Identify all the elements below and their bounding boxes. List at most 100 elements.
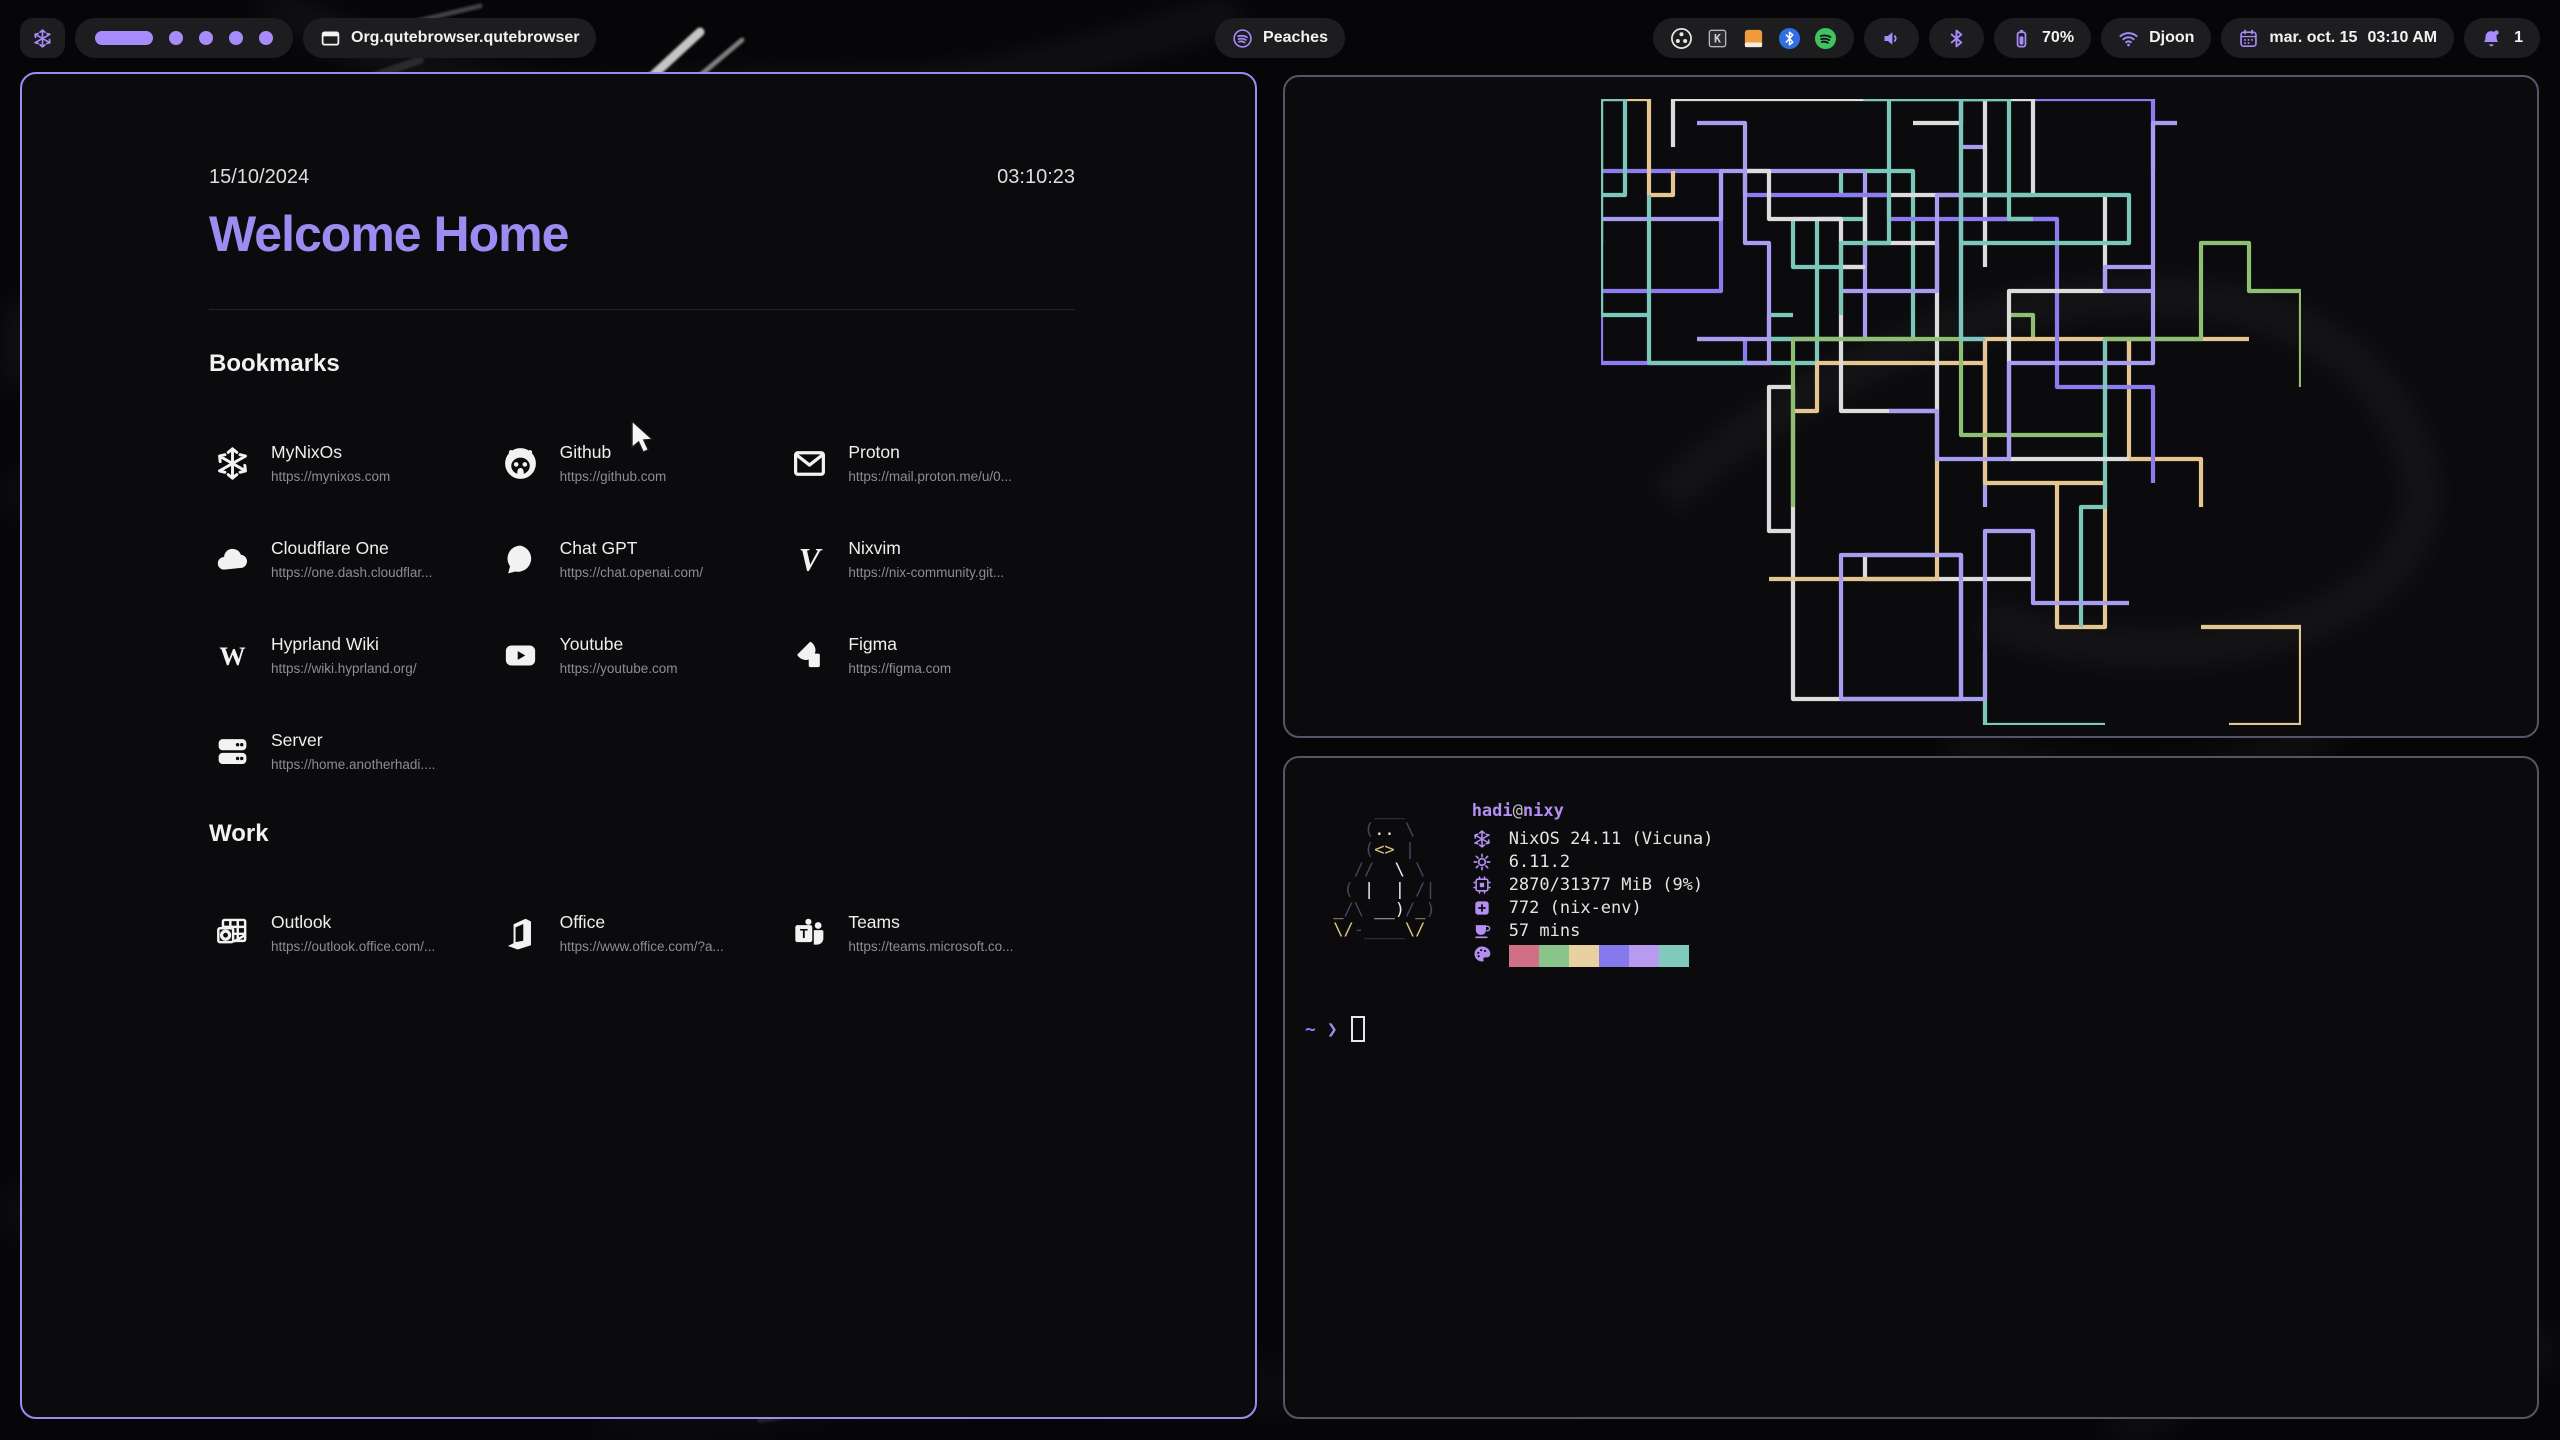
bookmark-url: https://youtube.com — [560, 661, 678, 676]
memory-icon — [1472, 875, 1494, 897]
active-window-pill[interactable]: Org.qutebrowser.qutebrowser — [303, 18, 596, 58]
bookmark-name: Outlook — [271, 912, 435, 933]
active-window-title: Org.qutebrowser.qutebrowser — [351, 29, 579, 47]
workspace-1-active[interactable] — [95, 31, 153, 45]
cloud-icon — [209, 536, 255, 582]
qutebrowser-window[interactable]: 15/10/2024 03:10:23 Welcome Home Bookmar… — [20, 72, 1257, 1419]
fetch-value: 772 (nix-env) — [1509, 897, 1642, 920]
volume-button[interactable] — [1864, 18, 1919, 58]
spotify-green-icon[interactable] — [1814, 27, 1837, 50]
top-bar-right: K 70% Djoon mar. oct. 15 03:10 AM 1 — [1653, 18, 2540, 58]
network-widget[interactable]: Djoon — [2101, 18, 2211, 58]
nix-snowflake-icon — [32, 28, 53, 49]
pipes-terminal-window[interactable] — [1283, 75, 2539, 738]
figma-icon — [786, 632, 832, 678]
wikipedia-w-icon: W — [209, 632, 255, 678]
workspace-4[interactable] — [229, 31, 243, 45]
fetch-terminal-window[interactable]: ___ (.. \ (<> | // \ \ ( | | /| _/\ __)/… — [1283, 756, 2539, 1419]
bookmark-item-figma[interactable]: Figmahttps://figma.com — [786, 626, 1075, 684]
color-swatch — [1509, 945, 1539, 967]
clock-widget[interactable]: mar. oct. 15 03:10 AM — [2221, 18, 2454, 58]
battery-icon — [2011, 28, 2032, 49]
fetch-user: hadi — [1472, 801, 1513, 821]
window-icon — [320, 28, 341, 49]
calendar-icon — [2238, 28, 2259, 49]
fetch-row-package: 772 (nix-env) — [1472, 897, 1714, 920]
kernel-icon — [1472, 852, 1494, 874]
color-swatch — [1539, 945, 1569, 967]
bookmark-url: https://home.anotherhadi.... — [271, 757, 435, 772]
fetch-row-kernel: 6.11.2 — [1472, 851, 1714, 874]
startpage: 15/10/2024 03:10:23 Welcome Home Bookmar… — [22, 74, 1255, 962]
bookmark-url: https://github.com — [560, 469, 667, 484]
media-player-pill[interactable]: Peaches — [1215, 18, 1345, 58]
svg-text:V: V — [799, 542, 823, 578]
clock-time: 03:10 AM — [2367, 29, 2437, 47]
bookmark-item-hyprland-wiki[interactable]: WHyprland Wikihttps://wiki.hyprland.org/ — [209, 626, 498, 684]
bookmark-name: Server — [271, 730, 435, 751]
section-label-work: Work — [209, 820, 1075, 848]
package-icon — [1472, 898, 1494, 920]
workspace-3[interactable] — [199, 31, 213, 45]
bluetooth-button[interactable] — [1929, 18, 1984, 58]
workspace-2[interactable] — [169, 31, 183, 45]
bookmark-item-teams[interactable]: TTeamshttps://teams.microsoft.co... — [786, 904, 1075, 962]
office-icon — [498, 910, 544, 956]
chat-bubble-icon — [498, 536, 544, 582]
pipes-art — [1601, 99, 2301, 725]
color-swatch — [1659, 945, 1689, 967]
bookmark-item-cloudflare-one[interactable]: Cloudflare One https://one.dash.cloudflar… — [209, 530, 498, 588]
fetch-value: 2870/31377 MiB (9%) — [1509, 874, 1703, 897]
obs-icon[interactable] — [1670, 27, 1693, 50]
spotify-icon — [1232, 28, 1253, 49]
bookmark-url: https://mynixos.com — [271, 469, 390, 484]
bookmark-url: https://teams.microsoft.co... — [848, 939, 1013, 954]
bookmark-item-office[interactable]: Officehttps://www.office.com/?a... — [498, 904, 787, 962]
fetch-value: NixOS 24.11 (Vicuna) — [1509, 828, 1714, 851]
bookmark-url: https://one.dash.cloudflar... — [271, 565, 432, 580]
outlook-icon — [209, 910, 255, 956]
bookmark-name: Figma — [848, 634, 951, 655]
bookmark-item-mynixos[interactable]: MyNixOshttps://mynixos.com — [209, 434, 498, 492]
bookmark-item-nixvim[interactable]: VNixvimhttps://nix-community.git... — [786, 530, 1075, 588]
teams-icon: T — [786, 910, 832, 956]
fetch-user-host: hadi@nixy — [1472, 800, 1714, 823]
fetch-value: 57 mins — [1509, 920, 1581, 943]
notifications-widget[interactable]: 1 — [2464, 18, 2540, 58]
startpage-date: 15/10/2024 — [209, 166, 309, 189]
cup-icon — [1472, 921, 1494, 943]
bookmark-url: https://chat.openai.com/ — [560, 565, 703, 580]
section-label-bookmarks: Bookmarks — [209, 350, 1075, 378]
top-bar: Org.qutebrowser.qutebrowser Peaches K 70… — [20, 18, 2540, 58]
bookmark-item-youtube[interactable]: Youtubehttps://youtube.com — [498, 626, 787, 684]
svg-text:T: T — [800, 925, 808, 940]
bookmark-item-server[interactable]: Server https://home.anotherhadi.... — [209, 722, 498, 780]
keepassxc-icon[interactable]: K — [1706, 27, 1729, 50]
shell-prompt[interactable]: ~ ❯ — [1305, 1016, 2519, 1042]
fastfetch-output: ___ (.. \ (<> | // \ \ ( | | /| _/\ __)/… — [1323, 800, 2519, 966]
workspace-5[interactable] — [259, 31, 273, 45]
bookmark-name: Cloudflare One — [271, 538, 432, 559]
bookmark-grid-bookmarks: MyNixOshttps://mynixos.comGithubhttps://… — [209, 434, 1075, 780]
bookmark-item-proton[interactable]: Protonhttps://mail.proton.me/u/0... — [786, 434, 1075, 492]
battery-widget[interactable]: 70% — [1994, 18, 2091, 58]
fetch-value: 6.11.2 — [1509, 851, 1570, 874]
page-title: Welcome Home — [209, 205, 1075, 263]
notification-count: 1 — [2514, 29, 2523, 47]
battery-percent: 70% — [2042, 29, 2074, 47]
divider — [209, 309, 1075, 310]
launcher-button[interactable] — [20, 18, 65, 58]
terminal-color-swatches — [1509, 945, 1689, 967]
youtube-icon — [498, 632, 544, 678]
bookmark-item-chat-gpt[interactable]: Chat GPThttps://chat.openai.com/ — [498, 530, 787, 588]
downloads-icon[interactable] — [1742, 27, 1765, 50]
mouse-cursor — [630, 421, 660, 455]
clock-date: mar. oct. 15 — [2269, 29, 2357, 47]
fetch-palette-row — [1472, 943, 1714, 966]
tux-ascii-art: ___ (.. \ (<> | // \ \ ( | | /| _/\ __)/… — [1323, 800, 1436, 966]
bookmark-url: https://www.office.com/?a... — [560, 939, 724, 954]
bookmark-item-outlook[interactable]: Outlookhttps://outlook.office.com/... — [209, 904, 498, 962]
workspaces-widget[interactable] — [75, 18, 293, 58]
bluetooth-manager-icon[interactable] — [1778, 27, 1801, 50]
server-icon — [209, 728, 255, 774]
